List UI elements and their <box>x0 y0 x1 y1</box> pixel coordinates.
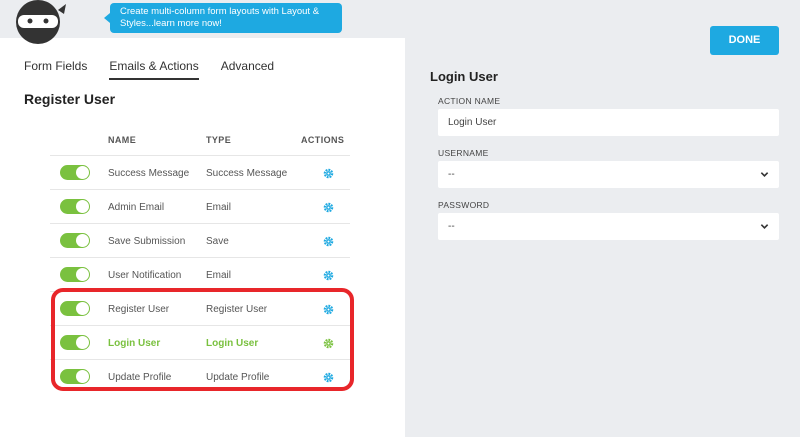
form-title: Register User <box>24 91 116 107</box>
promo-tooltip-text: Create multi-column form layouts with La… <box>120 6 320 29</box>
table-row: Admin Email Email <box>50 189 350 223</box>
action-type: Email <box>206 202 232 213</box>
enable-toggle[interactable] <box>60 267 90 282</box>
enable-toggle[interactable] <box>60 199 90 214</box>
done-button[interactable]: DONE <box>710 26 779 55</box>
gear-icon[interactable] <box>323 168 334 179</box>
promo-tooltip[interactable]: Create multi-column form layouts with La… <box>104 3 342 33</box>
enable-toggle[interactable] <box>60 233 90 248</box>
table-row: User Notification Email <box>50 257 350 291</box>
action-name: Success Message <box>108 168 190 179</box>
gear-icon[interactable] <box>323 202 334 213</box>
tab-emails-actions[interactable]: Emails & Actions <box>109 59 199 80</box>
action-name: User Notification <box>108 270 182 281</box>
action-type: Success Message <box>206 168 288 179</box>
highlight-annotation <box>51 288 354 391</box>
enable-toggle[interactable] <box>60 165 90 180</box>
header-actions: ACTIONS <box>301 135 345 145</box>
tab-advanced[interactable]: Advanced <box>221 59 274 80</box>
ninja-logo-icon <box>16 0 66 44</box>
action-panel-title: Login User <box>430 69 498 84</box>
action-name: Save Submission <box>108 236 186 247</box>
password-value: -- <box>448 221 455 232</box>
tab-form-fields[interactable]: Form Fields <box>24 59 87 80</box>
password-select[interactable]: -- <box>438 213 779 240</box>
table-row: Success Message Success Message <box>50 155 350 189</box>
action-name: Admin Email <box>108 202 165 213</box>
action-name-value: Login User <box>448 117 497 128</box>
chevron-down-icon <box>760 224 769 229</box>
password-label: PASSWORD <box>438 200 490 210</box>
username-label: USERNAME <box>438 148 489 158</box>
header-type: TYPE <box>206 135 232 145</box>
action-type: Email <box>206 270 232 281</box>
header-name: NAME <box>108 135 137 145</box>
username-value: -- <box>448 169 455 180</box>
action-name-input[interactable]: Login User <box>438 109 779 136</box>
gear-icon[interactable] <box>323 270 334 281</box>
chevron-down-icon <box>760 172 769 177</box>
table-row: Save Submission Save <box>50 223 350 257</box>
builder-tabs: Form Fields Emails & Actions Advanced <box>24 59 274 80</box>
gear-icon[interactable] <box>323 236 334 247</box>
username-select[interactable]: -- <box>438 161 779 188</box>
table-header: NAME TYPE ACTIONS <box>50 124 350 155</box>
action-type: Save <box>206 236 229 247</box>
action-name-label: ACTION NAME <box>438 96 501 106</box>
